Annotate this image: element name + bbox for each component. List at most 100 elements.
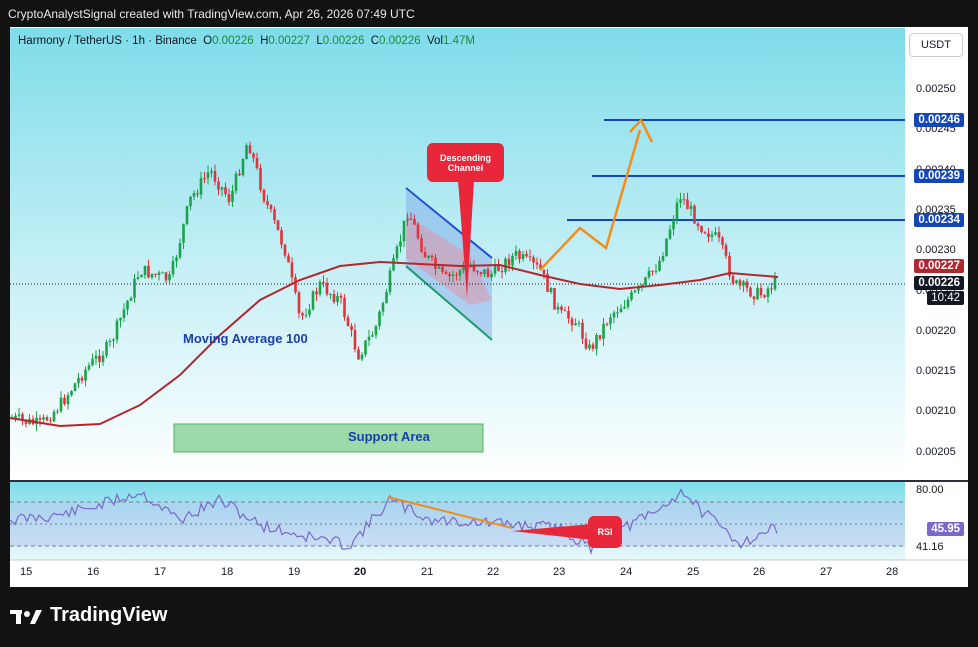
candle-body (742, 281, 745, 286)
time-tick: 23 (553, 566, 566, 578)
candle-body (427, 255, 430, 258)
candle-body (490, 273, 493, 278)
candle-body (94, 355, 98, 359)
candle-body (528, 256, 532, 258)
time-tick: 15 (20, 566, 33, 578)
candle-body (532, 257, 535, 263)
price-tick: 0.00250 (916, 83, 956, 95)
time-tick: 20 (354, 566, 367, 578)
time-tick: 24 (620, 566, 633, 578)
candle-body (343, 297, 346, 318)
candle-body (294, 277, 297, 293)
candle-body (59, 397, 63, 412)
candle-body (252, 153, 255, 158)
candle-body (500, 271, 504, 273)
candle-body (45, 417, 49, 421)
candle-body (290, 262, 294, 278)
candle-body (98, 355, 101, 363)
symbol-legend[interactable]: Harmony / TetherUS · 1h · Binance O0.002… (18, 35, 475, 47)
time-tick: 26 (753, 566, 766, 578)
last-price-tag[interactable]: 0.00226 (914, 276, 964, 290)
candle-body (129, 298, 133, 301)
candle-body (626, 299, 630, 307)
candle-body (101, 355, 105, 363)
time-tick: 21 (421, 566, 434, 578)
moving-average-label[interactable]: Moving Average 100 (183, 331, 308, 346)
candle-body (731, 276, 735, 284)
candle-body (364, 340, 367, 355)
candle-body (595, 335, 598, 349)
resistance-price-tag-3[interactable]: 0.00234 (914, 213, 964, 227)
candle-body (721, 237, 724, 245)
candle-body (434, 257, 437, 269)
chart-canvas[interactable] (0, 0, 978, 647)
candle-body (651, 270, 654, 272)
candle-body (213, 171, 217, 182)
candle-body (164, 272, 168, 281)
candle-body (381, 302, 385, 312)
candle-body (143, 265, 147, 276)
price-tick: 0.00210 (916, 405, 956, 417)
symbol-name[interactable]: Harmony / TetherUS · 1h · Binance (18, 35, 197, 47)
resistance-price-tag-1[interactable]: 0.00246 (914, 113, 964, 127)
time-tick: 17 (154, 566, 167, 578)
candle-body (619, 308, 623, 313)
candle-body (231, 190, 234, 203)
candle-body (283, 244, 287, 256)
candle-body (616, 312, 619, 314)
candle-body (605, 323, 609, 325)
candle-body (276, 220, 280, 231)
candle-body (147, 265, 150, 278)
rsi-upper-tick: 80.00 (916, 484, 944, 496)
candle-body (570, 318, 574, 326)
candle-body (752, 296, 756, 300)
candle-body (70, 391, 73, 396)
support-area-zone[interactable] (173, 423, 484, 453)
candle-body (122, 309, 126, 318)
candle-body (192, 193, 196, 197)
candle-body (287, 255, 290, 263)
candle-body (357, 349, 360, 360)
open-value: 0.00226 (212, 35, 254, 47)
tradingview-logo[interactable]: TradingView (10, 604, 167, 627)
candle-body (395, 246, 399, 259)
descending-channel-callout[interactable]: Descending Channel (427, 143, 504, 182)
candle-body (444, 271, 448, 274)
candle-body (630, 292, 633, 300)
candle-body (311, 291, 315, 310)
candle-body (759, 287, 763, 296)
candle-body (38, 417, 42, 420)
candle-body (584, 338, 588, 349)
time-tick: 28 (886, 566, 899, 578)
candle-body (696, 223, 700, 227)
candle-body (157, 272, 161, 276)
candle-body (598, 335, 602, 339)
candle-body (262, 189, 266, 202)
candle-body (241, 159, 245, 176)
rsi-value-tag[interactable]: 45.95 (927, 522, 964, 536)
candle-body (633, 290, 637, 293)
candle-body (206, 172, 210, 179)
candle-body (371, 335, 374, 337)
candle-body (735, 280, 738, 284)
rsi-callout[interactable]: RSI (588, 516, 622, 548)
currency-button[interactable]: USDT (909, 33, 963, 57)
candle-body (150, 273, 154, 278)
candle-body (332, 294, 336, 302)
candle-body (686, 199, 689, 210)
candle-body (115, 320, 119, 340)
candle-body (672, 220, 675, 230)
support-area-label[interactable]: Support Area (348, 429, 430, 444)
candle-body (567, 310, 570, 319)
candle-body (203, 178, 206, 180)
candle-body (56, 411, 59, 413)
candle-body (234, 173, 238, 191)
candle-body (374, 325, 378, 336)
resistance-price-tag-2[interactable]: 0.00239 (914, 169, 964, 183)
candle-body (220, 187, 224, 190)
candle-body (717, 232, 721, 238)
moving-average-price-tag[interactable]: 0.00227 (914, 259, 964, 273)
candle-body (402, 220, 406, 242)
candle-body (245, 145, 248, 160)
price-tick: 0.00220 (916, 325, 956, 337)
